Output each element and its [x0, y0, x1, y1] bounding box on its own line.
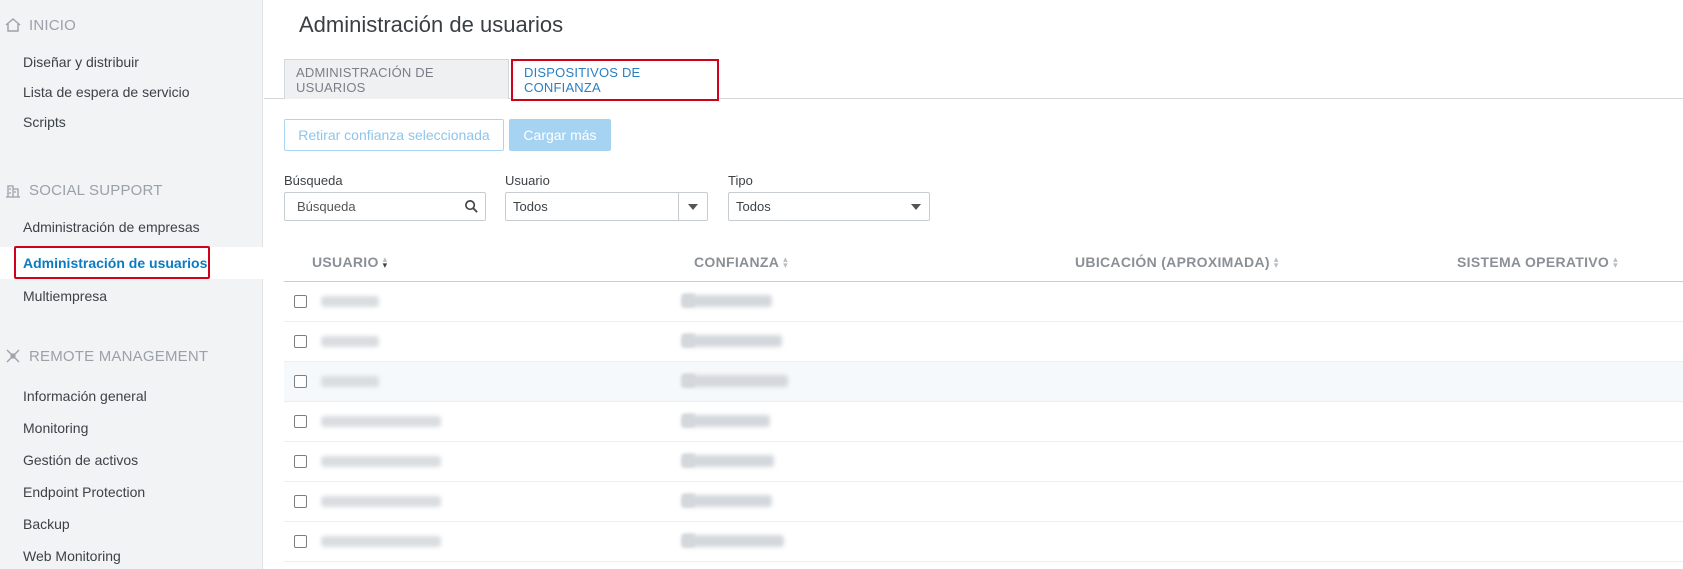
busqueda-label: Búsqueda	[284, 173, 343, 188]
section-title: REMOTE MANAGEMENT	[29, 347, 209, 365]
row-checkbox[interactable]	[294, 295, 307, 308]
network-icon	[6, 349, 20, 363]
building-icon	[6, 185, 20, 198]
row-checkbox[interactable]	[294, 415, 307, 428]
row-confianza-redacted	[682, 455, 774, 467]
table-row[interactable]	[284, 482, 1683, 522]
page-title: Administración de usuarios	[299, 12, 564, 37]
tab-dispositivos-confianza[interactable]: DISPOSITIVOS DE CONFIANZA	[511, 59, 719, 101]
row-confianza-redacted	[682, 495, 772, 507]
row-usuario-redacted	[321, 336, 379, 347]
row-checkbox[interactable]	[294, 335, 307, 348]
sidebar-item-lista-espera[interactable]: Lista de espera de servicio	[23, 84, 190, 100]
section-title: SOCIAL SUPPORT	[29, 181, 163, 199]
sidebar-item-multiempresa[interactable]: Multiempresa	[23, 288, 107, 304]
row-confianza-redacted	[682, 415, 770, 427]
column-header-label: CONFIANZA	[694, 254, 780, 270]
table-row[interactable]	[284, 442, 1683, 482]
sidebar: INICIO Diseñar y distribuir Lista de esp…	[0, 0, 263, 569]
section-social-support: SOCIAL SUPPORT	[4, 181, 163, 199]
sort-icon[interactable]: ▴ ▾	[1273, 255, 1279, 270]
select-divider	[678, 193, 679, 220]
section-remote-management: REMOTE MANAGEMENT	[4, 347, 208, 365]
home-icon	[5, 18, 21, 32]
sidebar-item-admin-empresas[interactable]: Administración de empresas	[23, 219, 200, 235]
usuario-select[interactable]: Todos	[505, 192, 708, 221]
row-usuario-redacted	[321, 296, 379, 307]
tipo-select[interactable]: Todos	[728, 192, 930, 221]
usuario-label: Usuario	[505, 173, 550, 188]
column-header-confianza[interactable]: CONFIANZA ▴ ▾	[694, 254, 788, 270]
highlight-box	[14, 246, 210, 279]
sidebar-item-gestion-activos[interactable]: Gestión de activos	[23, 452, 138, 468]
row-checkbox[interactable]	[294, 535, 307, 548]
main-content: Administración de usuarios ADMINISTRACIÓ…	[264, 0, 1683, 569]
column-header-usuario[interactable]: USUARIO ▴ ▾	[312, 254, 388, 270]
row-checkbox[interactable]	[294, 375, 307, 388]
usuario-select-value: Todos	[513, 199, 548, 214]
search-input[interactable]: Búsqueda	[284, 192, 486, 221]
sort-icon[interactable]: ▴ ▾	[783, 255, 788, 270]
table-row[interactable]	[284, 362, 1683, 402]
column-header-sistema-operativo[interactable]: SISTEMA OPERATIVO ▴ ▾	[1457, 254, 1618, 270]
sort-icon[interactable]: ▴ ▾	[382, 255, 388, 270]
section-inicio: INICIO	[4, 16, 76, 34]
sort-down-icon: ▾	[783, 260, 788, 270]
sidebar-item-endpoint-protection[interactable]: Endpoint Protection	[23, 484, 145, 500]
row-usuario-redacted	[321, 496, 441, 507]
sort-down-icon: ▾	[382, 260, 388, 270]
chevron-down-icon[interactable]	[688, 204, 698, 210]
sort-icon[interactable]: ▴ ▾	[1613, 255, 1618, 270]
row-usuario-redacted	[321, 536, 441, 547]
table-row[interactable]	[284, 322, 1683, 362]
sidebar-item-info-general[interactable]: Información general	[23, 388, 147, 404]
section-title: INICIO	[29, 16, 77, 34]
retirar-confianza-button[interactable]: Retirar confianza seleccionada	[284, 119, 504, 151]
sidebar-item-disenar[interactable]: Diseñar y distribuir	[23, 54, 139, 70]
search-icon[interactable]	[464, 199, 479, 214]
tipo-label: Tipo	[728, 173, 753, 188]
sidebar-item-monitoring[interactable]: Monitoring	[23, 420, 88, 436]
sidebar-item-scripts[interactable]: Scripts	[23, 114, 66, 130]
row-checkbox[interactable]	[294, 455, 307, 468]
sidebar-item-web-monitoring[interactable]: Web Monitoring	[23, 548, 121, 564]
column-header-ubicacion[interactable]: UBICACIÓN (APROXIMADA) ▴ ▾	[1075, 254, 1279, 270]
row-usuario-redacted	[321, 456, 441, 467]
sort-down-icon: ▾	[1273, 260, 1279, 270]
row-confianza-redacted	[682, 375, 788, 387]
tipo-select-value: Todos	[736, 199, 771, 214]
table-row[interactable]	[284, 282, 1683, 322]
chevron-down-icon[interactable]	[911, 204, 921, 210]
table-row[interactable]	[284, 522, 1683, 562]
tab-administracion-usuarios[interactable]: ADMINISTRACIÓN DE USUARIOS	[284, 59, 509, 99]
row-usuario-redacted	[321, 376, 379, 387]
cargar-mas-button[interactable]: Cargar más	[509, 119, 611, 151]
row-confianza-redacted	[682, 535, 784, 547]
search-placeholder: Búsqueda	[297, 199, 356, 214]
row-usuario-redacted	[321, 416, 441, 427]
sidebar-item-backup[interactable]: Backup	[23, 516, 70, 532]
row-checkbox[interactable]	[294, 495, 307, 508]
sort-down-icon: ▾	[1613, 260, 1618, 270]
column-header-label: UBICACIÓN (APROXIMADA)	[1075, 254, 1270, 270]
column-header-label: USUARIO	[312, 254, 379, 270]
row-confianza-redacted	[682, 295, 772, 307]
column-header-label: SISTEMA OPERATIVO	[1457, 254, 1610, 270]
row-confianza-redacted	[682, 335, 782, 347]
table-row[interactable]	[284, 402, 1683, 442]
